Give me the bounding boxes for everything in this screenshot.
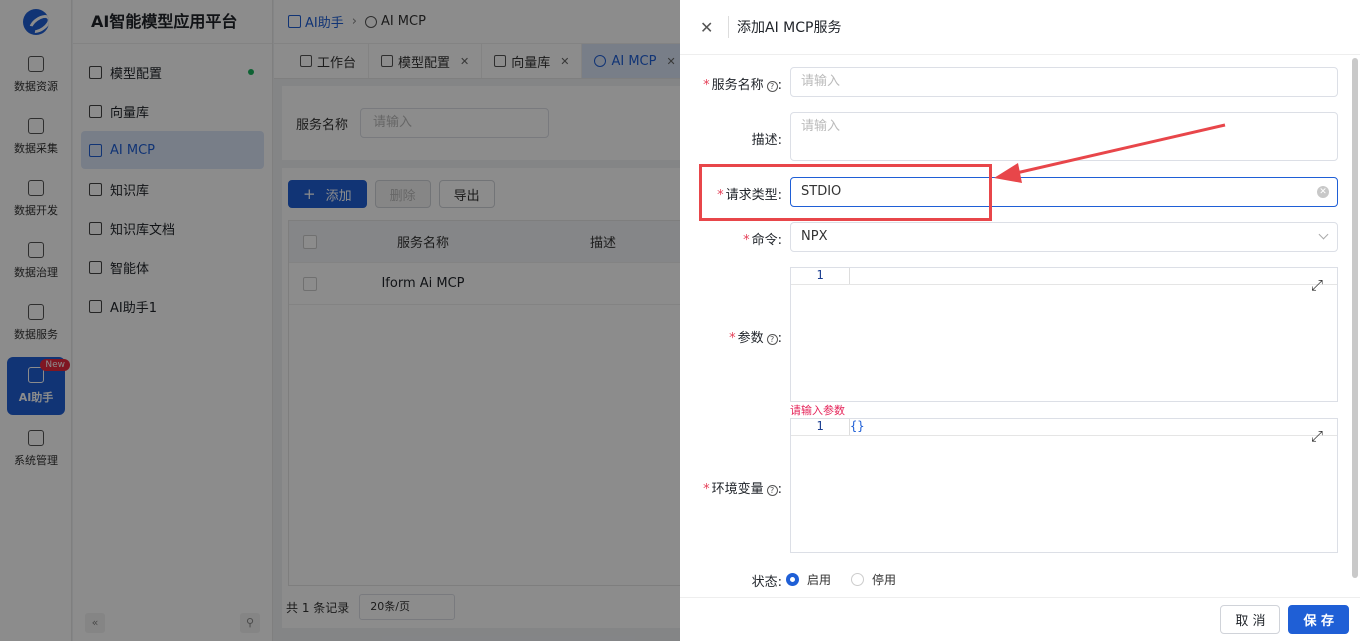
annotation-arrow bbox=[994, 123, 1226, 183]
